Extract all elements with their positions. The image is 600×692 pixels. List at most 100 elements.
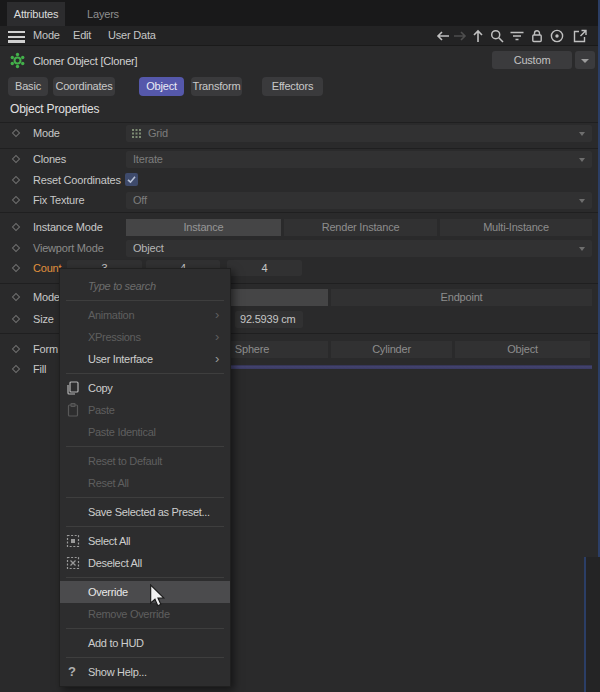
section-title: Object Properties [10,102,99,116]
grid-icon [132,129,141,138]
menu-separator [66,373,224,374]
submenu-arrow-icon: › [215,326,219,348]
open-window-icon[interactable] [572,28,588,44]
form-cylinder[interactable]: Cylinder [331,341,452,358]
tab-attributes[interactable]: Attributes [7,2,65,26]
tab-transform[interactable]: Transform [191,77,242,96]
menu-mode[interactable]: Mode [33,26,60,45]
row-label-form[interactable]: Form [33,341,58,358]
key-diamond[interactable] [12,345,20,353]
instance-mode-instance[interactable]: Instance [126,219,281,236]
menu-item-add-to-hud[interactable]: Add to HUD [60,632,230,654]
filter-icon[interactable] [509,28,525,44]
key-diamond[interactable] [12,244,20,252]
menu-item-deselect-all[interactable]: Deselect All [60,552,230,574]
chevron-down-icon [579,158,585,162]
attribute-manager: Attributes Layers Mode Edit User Data [0,0,600,692]
fix-texture-dropdown[interactable]: Off [126,192,592,209]
separator [0,212,600,213]
menu-item-user-interface[interactable]: User Interface› [60,348,230,370]
clones-value: Iterate [133,151,163,168]
search-icon[interactable] [489,28,505,44]
menu-separator [66,497,224,498]
row-label-size[interactable]: Size [33,311,54,328]
paste-icon [65,402,81,418]
menu-separator [66,577,224,578]
separator [0,122,600,123]
forward-icon[interactable] [452,28,468,44]
reset-coordinates-checkbox[interactable] [125,173,138,186]
key-diamond[interactable] [12,129,20,137]
size-z-field[interactable]: 92.5939 cm [235,311,303,328]
menu-item-paste: Paste [60,399,230,421]
up-icon[interactable] [470,28,486,44]
panel-corner-notch [584,557,600,692]
row-label-clones[interactable]: Clones [33,151,66,168]
row-label-reset-coordinates[interactable]: Reset Coordinates [33,172,121,189]
menu-item-reset-to-default: Reset to Default [60,450,230,472]
key-diamond[interactable] [12,155,20,163]
key-diamond[interactable] [12,365,20,373]
deselect-all-icon [65,555,81,571]
key-diamond[interactable] [12,264,20,272]
tab-layers[interactable]: Layers [75,2,131,26]
instance-mode-multi-instance[interactable]: Multi-Instance [440,219,592,236]
menu-separator [66,300,224,301]
form-object[interactable]: Object [455,341,590,358]
check-icon [125,173,138,186]
key-diamond[interactable] [12,196,20,204]
row-label-fill[interactable]: Fill [33,361,46,378]
back-icon[interactable] [435,28,451,44]
menu-item-remove-override: Remove Override [60,603,230,625]
menu-item-override[interactable]: Override [60,581,230,603]
object-title: Cloner Object [Cloner] [33,53,137,69]
row-label-count[interactable]: Count [33,260,61,277]
cloner-object-icon [9,52,26,69]
menu-item-save-selected-as-preset[interactable]: Save Selected as Preset... [60,501,230,523]
tab-effectors[interactable]: Effectors [262,77,323,96]
context-menu: Type to search Animation› XPressions› Us… [59,268,231,687]
preset-dropdown-arrow[interactable] [575,51,595,69]
select-all-icon [65,533,81,549]
menu-item-show-help[interactable]: ? Show Help... [60,661,230,683]
viewport-mode-dropdown[interactable]: Object [126,240,592,257]
menu-user-data[interactable]: User Data [108,26,156,45]
row-label-mode[interactable]: Mode [33,125,60,142]
key-diamond[interactable] [12,223,20,231]
key-diamond[interactable] [12,315,20,323]
menu-item-select-all[interactable]: Select All [60,530,230,552]
menu-item-copy[interactable]: Copy [60,377,230,399]
panel-tabbar: Attributes Layers [0,0,600,26]
row-label-mode2[interactable]: Mode [33,289,60,306]
row-label-fix-texture[interactable]: Fix Texture [33,192,84,209]
menu-item-paste-identical: Paste Identical [60,421,230,443]
menu-separator [66,446,224,447]
row-label-viewport-mode[interactable]: Viewport Mode [33,240,104,257]
help-icon: ? [68,661,76,683]
mode2-endpoint[interactable]: Endpoint [331,289,592,306]
menu-separator [66,628,224,629]
count-z-field[interactable]: 4 [227,260,302,276]
separator [0,148,600,149]
row-label-instance-mode[interactable]: Instance Mode [33,219,103,236]
tab-basic[interactable]: Basic [8,77,48,96]
menu-separator [66,526,224,527]
menu-item-animation: Animation› [60,304,230,326]
menu-edit[interactable]: Edit [73,26,91,45]
hamburger-icon[interactable] [8,31,25,42]
instance-mode-render-instance[interactable]: Render Instance [284,219,437,236]
key-diamond[interactable] [12,293,20,301]
clones-dropdown[interactable]: Iterate [126,151,592,168]
chevron-down-icon [579,132,585,136]
tab-coordinates[interactable]: Coordinates [53,77,115,96]
menu-search-hint[interactable]: Type to search [60,275,230,297]
lock-icon[interactable] [529,28,545,44]
key-diamond[interactable] [12,176,20,184]
tab-object[interactable]: Object [139,77,184,96]
mouse-cursor [149,584,168,609]
viewport-mode-value: Object [133,240,164,257]
target-icon[interactable] [549,28,565,44]
preset-dropdown[interactable]: Custom [492,51,572,69]
copy-icon [65,380,81,396]
mode-dropdown[interactable]: Grid [126,125,592,142]
